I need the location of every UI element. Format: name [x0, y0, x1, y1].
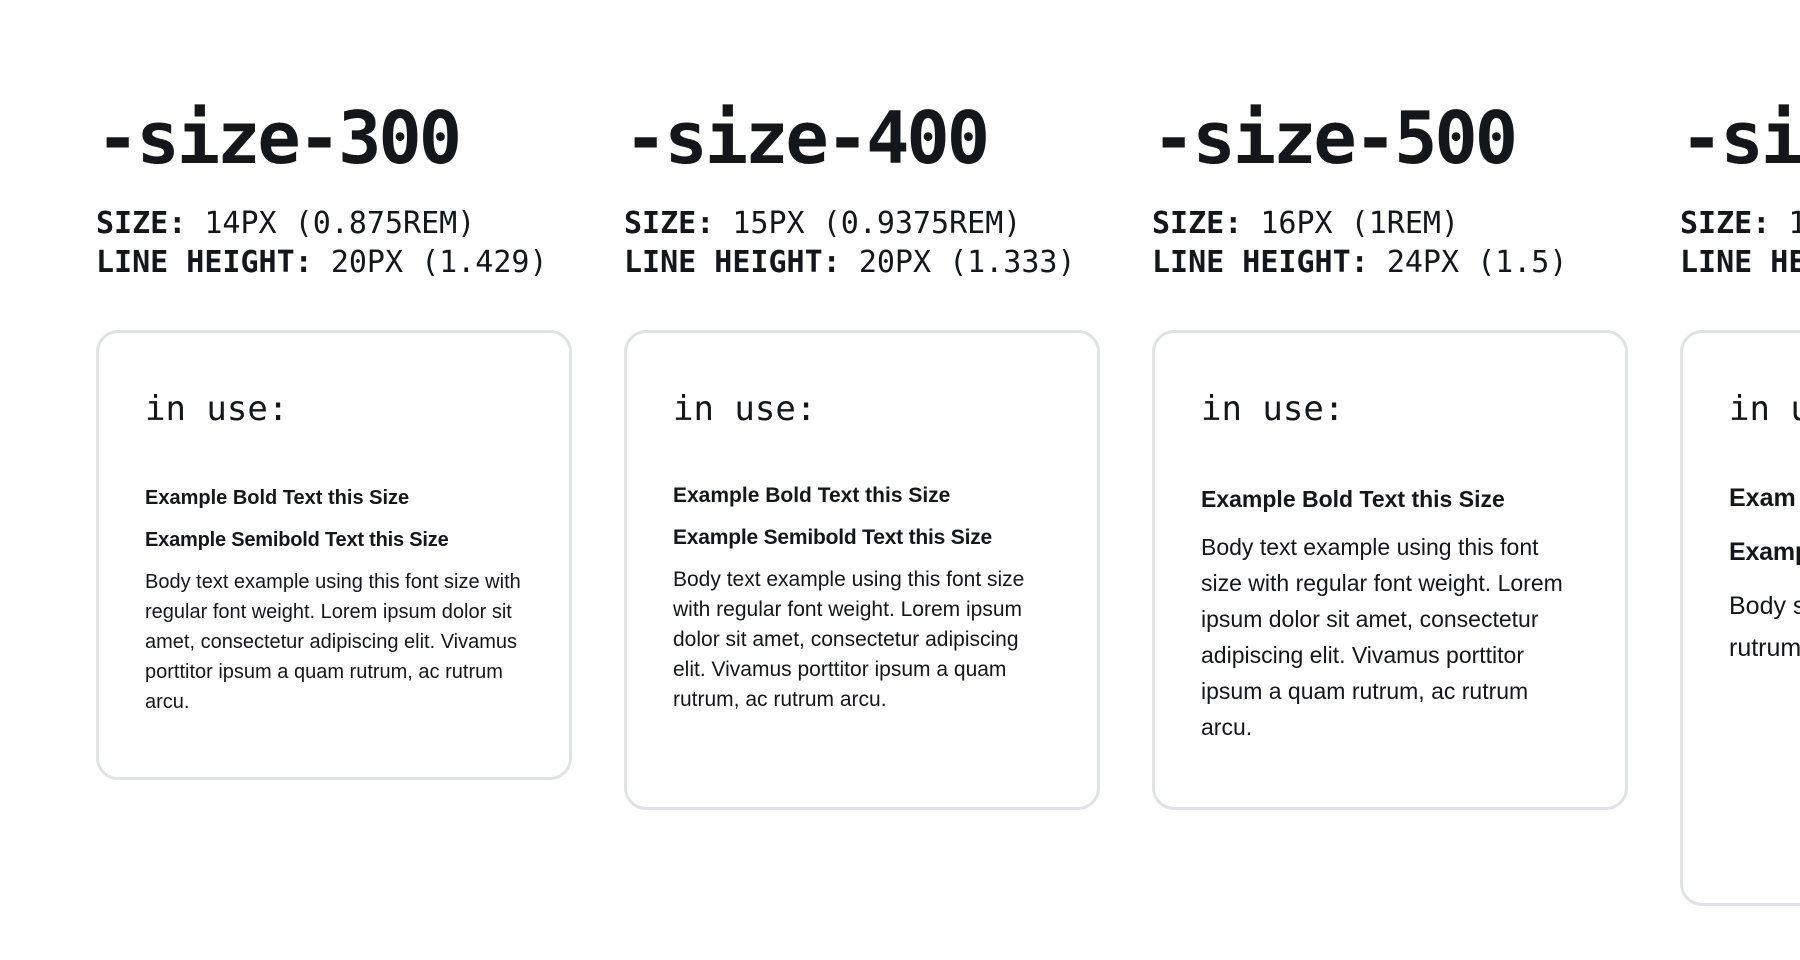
size-line: SIZE: 1: [1680, 204, 1800, 243]
in-use-label: in u: [1729, 389, 1800, 429]
body-sample: Body text example using this font size w…: [1201, 534, 1563, 740]
body-sample: Body text example using this font size w…: [145, 571, 521, 713]
sample-text-block: Example Bold Text this Size Example Semi…: [145, 483, 525, 717]
line-height-value: 24PX (1.5): [1386, 245, 1568, 280]
usage-card: in use: Example Bold Text this Size Exam…: [96, 330, 572, 780]
sample-text-block: Example Bold Text this Size Example Semi…: [673, 481, 1053, 715]
line-height-label: LINE HE: [1680, 245, 1800, 280]
line-height-line: LINE HE: [1680, 243, 1800, 282]
bold-sample: Exam: [1729, 484, 1796, 512]
token-title: -siz: [1680, 96, 1800, 180]
line-height-label: LINE HEIGHT:: [624, 245, 841, 280]
usage-card: in u Exam Examp Body size w Lorem conse …: [1680, 330, 1800, 906]
size-value: 1: [1788, 206, 1800, 241]
token-meta: SIZE: 15PX (0.9375REM) LINE HEIGHT: 20PX…: [624, 204, 1076, 282]
line-height-value: 20PX (1.429): [330, 245, 548, 280]
token-title: -size-300: [96, 96, 462, 180]
size-label: SIZE:: [1680, 206, 1771, 241]
token-meta: SIZE: 1 LINE HE: [1680, 204, 1800, 282]
in-use-label: in use:: [1201, 389, 1345, 429]
size-label: SIZE:: [1152, 206, 1243, 241]
token-meta: SIZE: 16PX (1REM) LINE HEIGHT: 24PX (1.5…: [1152, 204, 1567, 282]
size-label: SIZE:: [624, 206, 715, 241]
token-meta: SIZE: 14PX (0.875REM) LINE HEIGHT: 20PX …: [96, 204, 548, 282]
body-sample: Body text example using this font size w…: [673, 568, 1025, 711]
token-title: -size-500: [1152, 96, 1518, 180]
line-height-value: 20PX (1.333): [858, 245, 1076, 280]
size-value: 16PX (1REM): [1260, 206, 1460, 241]
bold-sample: Example Bold Text this Size: [673, 484, 951, 507]
body-sample: Body size w Lorem conse Vivam rutrum: [1729, 592, 1800, 662]
in-use-label: in use:: [673, 389, 817, 429]
semibold-sample: Examp: [1729, 538, 1800, 566]
size-value: 14PX (0.875REM): [204, 206, 476, 241]
size-label: SIZE:: [96, 206, 187, 241]
sample-text-block: Example Bold Text this Size Body text ex…: [1201, 481, 1581, 745]
usage-card: in use: Example Bold Text this Size Exam…: [624, 330, 1100, 810]
bold-sample: Example Bold Text this Size: [145, 487, 410, 509]
line-height-label: LINE HEIGHT:: [1152, 245, 1369, 280]
in-use-label: in use:: [145, 389, 289, 429]
size-line: SIZE: 16PX (1REM): [1152, 204, 1567, 243]
line-height-line: LINE HEIGHT: 20PX (1.333): [624, 243, 1076, 282]
semibold-sample: Example Semibold Text this Size: [145, 529, 449, 551]
sample-text-block: Exam Examp Body size w Lorem conse Vivam…: [1729, 477, 1800, 669]
bold-sample: Example Bold Text this Size: [1201, 486, 1505, 512]
size-line: SIZE: 15PX (0.9375REM): [624, 204, 1076, 243]
size-line: SIZE: 14PX (0.875REM): [96, 204, 548, 243]
usage-card: in use: Example Bold Text this Size Body…: [1152, 330, 1628, 810]
semibold-sample: Example Semibold Text this Size: [673, 526, 993, 549]
size-value: 15PX (0.9375REM): [732, 206, 1022, 241]
line-height-line: LINE HEIGHT: 20PX (1.429): [96, 243, 548, 282]
type-scale-canvas: -size-300 SIZE: 14PX (0.875REM) LINE HEI…: [0, 0, 1800, 960]
token-title: -size-400: [624, 96, 990, 180]
line-height-line: LINE HEIGHT: 24PX (1.5): [1152, 243, 1567, 282]
line-height-label: LINE HEIGHT:: [96, 245, 313, 280]
